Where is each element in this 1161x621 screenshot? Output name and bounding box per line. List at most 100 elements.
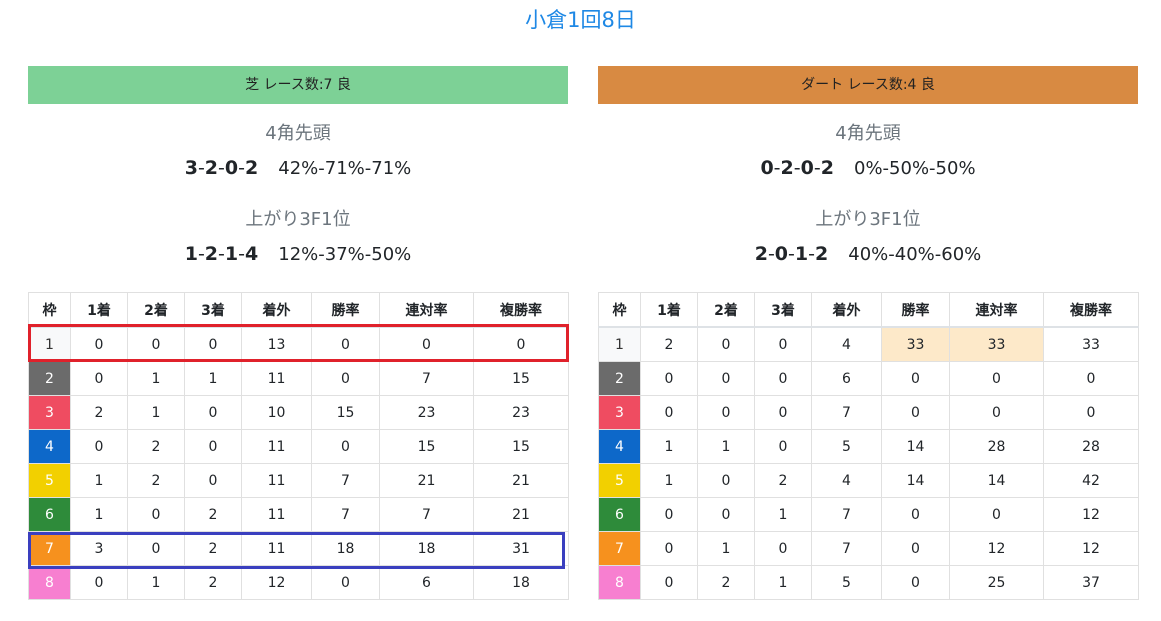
dirt-last3f-title: 上がり3F1位 [815, 209, 921, 230]
table-cell: 0 [127, 497, 185, 532]
table-cell: 7 [311, 463, 380, 498]
table-cell: 0 [127, 326, 185, 362]
table-cell: 3 [70, 531, 128, 566]
turf-corner-title: 4角先頭 [265, 123, 331, 144]
table-cell: 0 [311, 361, 380, 396]
col-header-out: 着外 [241, 292, 312, 328]
table-cell: 14 [881, 463, 950, 498]
table-cell: 23 [379, 395, 474, 430]
table-cell: 4 [811, 463, 882, 498]
col-header-waku: 枠 [28, 292, 71, 328]
dirt-last3f-record: 2-0-1-2 [754, 243, 829, 265]
table-cell: 0 [640, 395, 698, 430]
table-cell: 1 [640, 429, 698, 464]
dirt-panel: ダート レース数:4 良 4角先頭 0-2-0-2 0%-50%-50% 上がり… [598, 66, 1139, 600]
turf-row-waku-7: 7 3 0 2 11 18 18 31 [28, 531, 569, 566]
page-title: 小倉1回8日 [525, 8, 636, 32]
table-cell: 5 [811, 565, 882, 600]
table-cell: 21 [473, 497, 569, 532]
col-header-quinella-rate: 連対率 [949, 292, 1044, 328]
col-header-3rd: 3着 [184, 292, 242, 328]
table-cell: 7 [811, 395, 882, 430]
col-header-2nd: 2着 [127, 292, 185, 328]
table-cell: 21 [379, 463, 474, 498]
waku-cell: 3 [28, 395, 71, 430]
dirt-header-row: 枠 1着 2着 3着 着外 勝率 連対率 複勝率 [598, 292, 1139, 328]
waku-cell: 8 [28, 565, 71, 600]
col-header-win-rate: 勝率 [311, 292, 380, 328]
table-cell: 28 [1043, 429, 1139, 464]
table-cell: 0 [949, 361, 1044, 396]
table-cell: 0 [697, 395, 755, 430]
table-cell: 0 [754, 531, 812, 566]
table-cell: 0 [697, 497, 755, 532]
table-cell: 15 [311, 395, 380, 430]
waku-cell: 1 [28, 326, 71, 362]
dirt-row-waku-1: 1 2 0 0 4 33 33 33 [598, 326, 1139, 362]
table-cell: 1 [754, 497, 812, 532]
waku-cell: 6 [598, 497, 641, 532]
table-cell: 0 [640, 531, 698, 566]
table-cell: 11 [241, 463, 312, 498]
turf-corner-pct: 42%-71%-71% [278, 158, 412, 179]
dirt-corner-pct: 0%-50%-50% [854, 158, 976, 179]
table-cell: 0 [697, 361, 755, 396]
dirt-row-waku-4: 4 1 1 0 5 14 28 28 [598, 429, 1139, 464]
turf-header: 芝 レース数:7 良 [28, 66, 568, 104]
dirt-row-waku-7: 7 0 1 0 7 0 12 12 [598, 531, 1139, 566]
table-cell: 0 [311, 429, 380, 464]
table-cell: 0 [640, 361, 698, 396]
table-cell: 1 [127, 361, 185, 396]
turf-corner-stats: 3-2-0-2 42%-71%-71% [28, 154, 568, 182]
col-header-1st: 1着 [70, 292, 128, 328]
table-cell: 0 [184, 395, 242, 430]
table-cell: 0 [379, 326, 474, 362]
turf-last3f-pct: 12%-37%-50% [278, 244, 412, 265]
turf-header-row: 枠 1着 2着 3着 着外 勝率 連対率 複勝率 [28, 292, 569, 328]
table-cell: 12 [1043, 497, 1139, 532]
table-cell: 0 [311, 326, 380, 362]
table-cell: 0 [754, 326, 812, 362]
table-cell: 0 [311, 565, 380, 600]
table-cell: 12 [241, 565, 312, 600]
table-cell: 18 [379, 531, 474, 566]
table-cell: 37 [1043, 565, 1139, 600]
table-cell: 1 [70, 497, 128, 532]
dirt-row-waku-3: 30007000 [598, 395, 1139, 430]
table-cell: 6 [811, 361, 882, 396]
turf-frame-table: 枠 1着 2着 3着 着外 勝率 連対率 複勝率 1 0 0 0 13 0 0 0 2 0 1 1 11… [28, 292, 569, 600]
table-cell: 13 [241, 326, 312, 362]
waku-cell: 7 [598, 531, 641, 566]
col-header-out: 着外 [811, 292, 882, 328]
table-cell: 7 [379, 361, 474, 396]
table-cell: 0 [881, 565, 950, 600]
table-cell: 1 [697, 429, 755, 464]
dirt-header: ダート レース数:4 良 [598, 66, 1138, 104]
waku-cell: 5 [598, 463, 641, 498]
col-header-waku: 枠 [598, 292, 641, 328]
table-cell: 0 [949, 497, 1044, 532]
table-cell: 0 [697, 326, 755, 362]
table-cell: 11 [241, 361, 312, 396]
table-cell: 0 [697, 463, 755, 498]
col-header-1st: 1着 [640, 292, 698, 328]
table-cell: 18 [473, 565, 569, 600]
table-cell: 0 [754, 361, 812, 396]
table-cell: 18 [311, 531, 380, 566]
table-cell: 1 [70, 463, 128, 498]
table-cell: 4 [811, 326, 882, 362]
waku-cell: 4 [598, 429, 641, 464]
table-cell: 2 [697, 565, 755, 600]
turf-last3f-title: 上がり3F1位 [245, 209, 351, 230]
table-cell: 23 [473, 395, 569, 430]
table-cell: 6 [379, 565, 474, 600]
table-cell: 33 [881, 326, 950, 362]
table-cell: 5 [811, 429, 882, 464]
table-cell: 2 [70, 395, 128, 430]
waku-cell: 6 [28, 497, 71, 532]
dirt-corner-title: 4角先頭 [835, 123, 901, 144]
waku-cell: 4 [28, 429, 71, 464]
table-cell: 0 [881, 361, 950, 396]
table-cell: 0 [70, 429, 128, 464]
table-cell: 31 [473, 531, 569, 566]
